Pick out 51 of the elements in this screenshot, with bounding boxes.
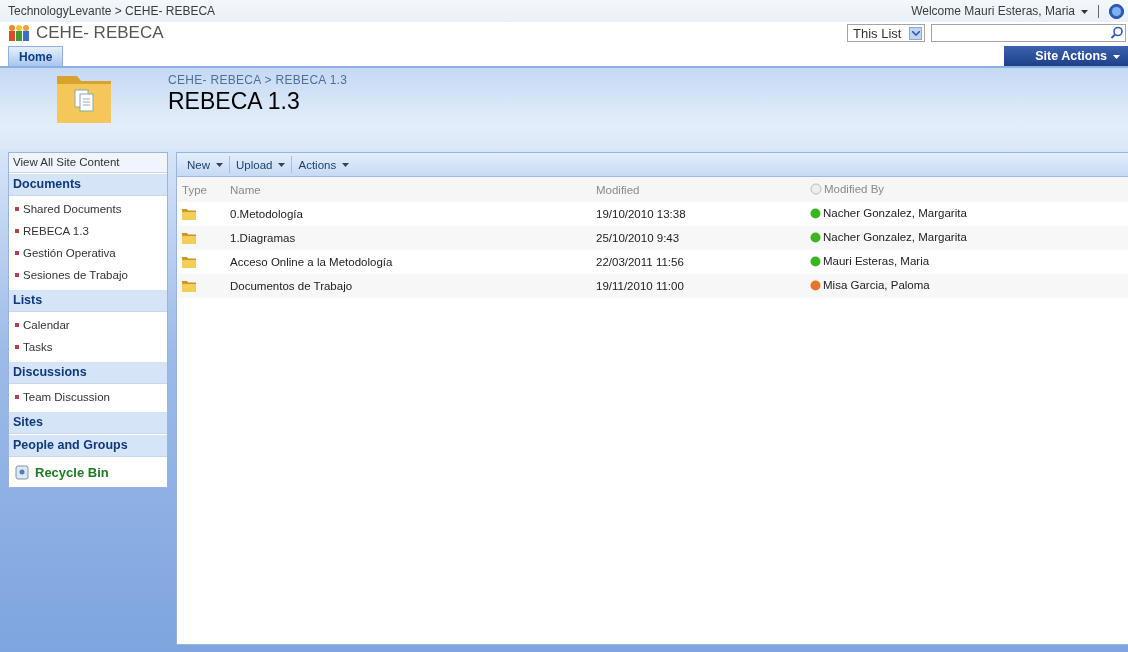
nav-heading[interactable]: Lists — [9, 289, 167, 312]
search-icon[interactable] — [1110, 26, 1124, 40]
people-icon — [8, 24, 30, 42]
recycle-bin-icon — [15, 464, 29, 480]
caret-icon — [342, 163, 350, 168]
nav-heading[interactable]: Sites — [9, 411, 167, 434]
nav-link[interactable]: REBECA 1.3 — [23, 225, 89, 237]
folder-link[interactable]: 1.Diagramas — [230, 232, 296, 244]
page-breadcrumb: CEHE- REBECA > REBECA 1.3 — [168, 73, 348, 87]
folder-link[interactable]: 0.Metodología — [230, 208, 303, 220]
table-cell: 19/10/2010 13:38 — [596, 208, 686, 220]
nav-link[interactable]: Tasks — [23, 341, 53, 353]
caret-icon — [278, 163, 286, 168]
folder-icon — [182, 209, 196, 221]
nav-link[interactable]: Team Discussion — [23, 391, 110, 403]
user-link[interactable]: Mauri Esteras, Maria — [823, 255, 930, 268]
nav-link[interactable]: Calendar — [23, 319, 70, 331]
folder-icon — [182, 281, 196, 293]
folder-icon — [182, 257, 196, 269]
breadcrumb: TechnologyLevante > CEHE- REBECA — [8, 4, 216, 18]
site-actions-button[interactable]: Site Actions — [1004, 46, 1128, 66]
toolbar-button[interactable]: Actions — [292, 158, 356, 171]
table-cell: 19/11/2010 11:00 — [596, 280, 684, 292]
site-title[interactable]: CEHE- REBECA — [36, 23, 164, 43]
toolbar-button[interactable]: Upload — [230, 158, 292, 171]
table-cell: 25/10/2010 9:43 — [596, 232, 680, 244]
folder-icon — [182, 233, 196, 245]
nav-link[interactable]: Gestión Operativa — [23, 247, 116, 259]
caret-icon — [1113, 54, 1120, 59]
caret-icon — [1081, 9, 1088, 14]
table-cell: 22/03/2011 11:56 — [596, 256, 684, 268]
nav-link[interactable]: Sesiones de Trabajo — [23, 269, 128, 281]
toolbar-button[interactable]: New — [181, 158, 229, 171]
user-link[interactable]: Misa Garcia, Paloma — [823, 279, 930, 292]
page-title: REBECA 1.3 — [168, 88, 301, 115]
folder-link[interactable]: Documentos de Trabajo — [230, 280, 353, 292]
search-field[interactable] — [931, 24, 1126, 42]
nav-heading[interactable]: People and Groups — [9, 434, 167, 457]
tab[interactable]: Home — [8, 46, 64, 66]
nav-heading[interactable]: Documents — [9, 173, 167, 196]
help-icon[interactable] — [1109, 3, 1124, 19]
user-menu[interactable]: Welcome Mauri Esteras, Maria — [911, 4, 1088, 18]
chevron-icon — [911, 30, 920, 36]
nav-heading[interactable]: Discussions — [9, 361, 167, 384]
caret-icon — [216, 163, 223, 168]
recycle-bin-link[interactable]: Recycle Bin — [35, 464, 109, 480]
user-link[interactable]: Nacher Gonzalez, Margarita — [823, 207, 967, 220]
nav-link[interactable]: Shared Documents — [23, 203, 122, 215]
scope-dropdown[interactable]: This List — [847, 24, 925, 42]
folder-link[interactable]: Acceso Online a la Metodología — [230, 256, 393, 268]
view-all-link[interactable]: View All Site Content — [9, 153, 167, 173]
